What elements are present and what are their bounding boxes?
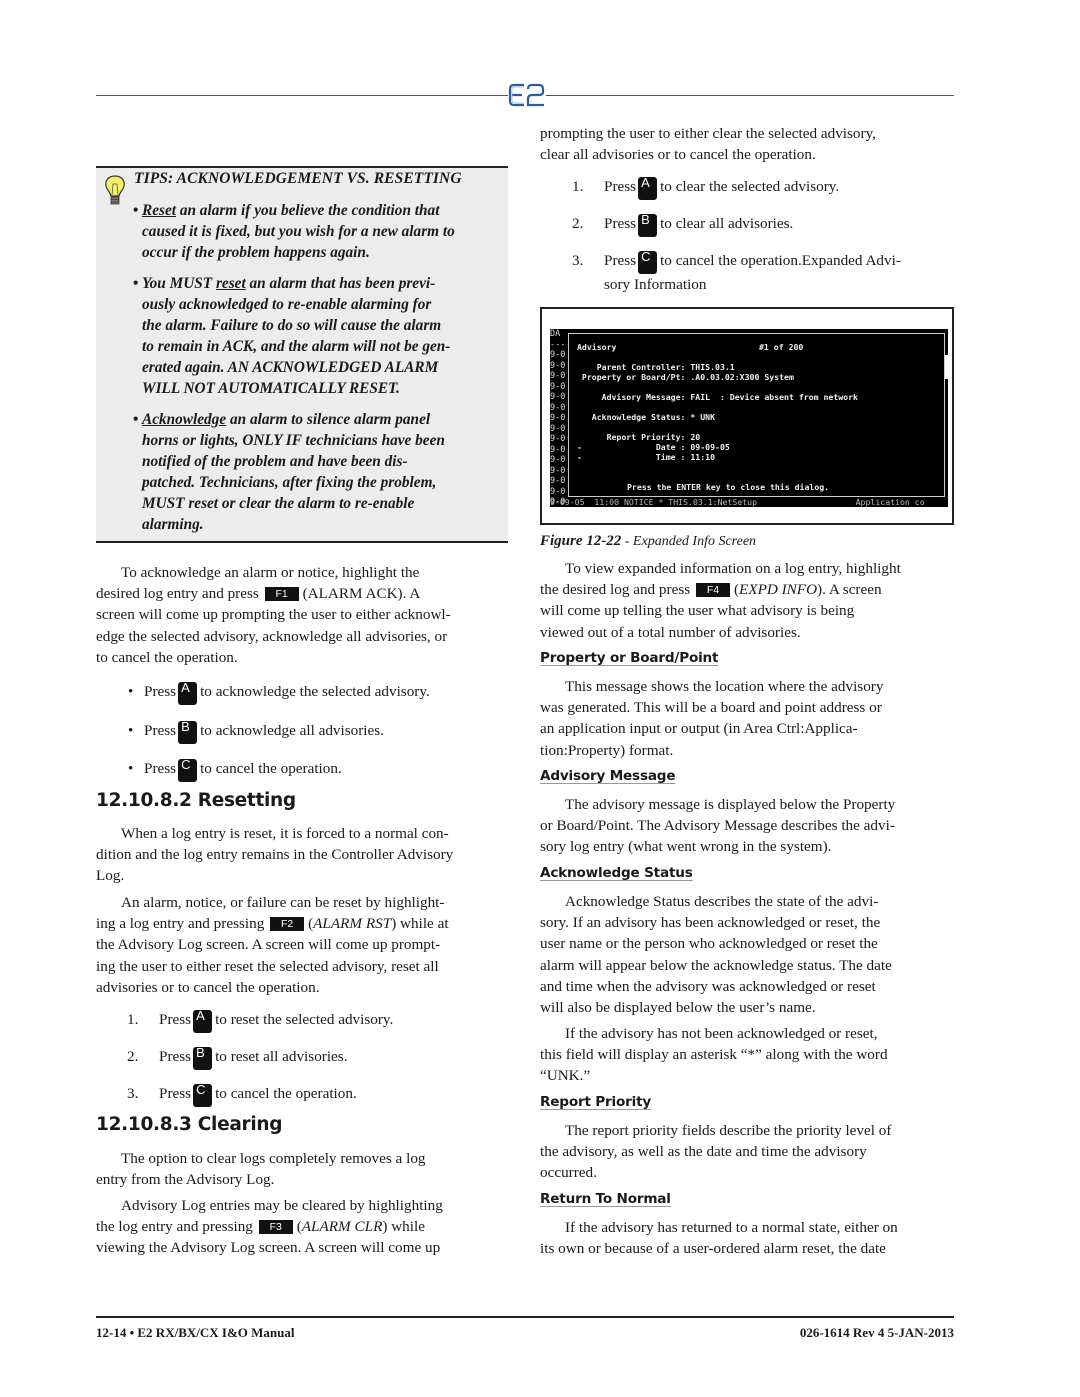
a-key-icon: A [638,176,658,200]
background-log-row: 9-0 [550,423,566,434]
tip-item-acknowledge: • Acknowledge an alarm to silence alarm … [133,411,445,533]
header-rule-right [546,95,954,96]
dialog-title: Advisory [577,342,617,352]
background-log-rows: DA --- 9-0 9-0 9-0 9-0 9-0 9-0 9-0 9-0 9-0 9-0 9-0 9-… [550,329,565,507]
c-key-icon: C [193,1083,213,1107]
property-paragraph: This message shows the location where th… [540,678,884,759]
report-priority-paragraph: The report priority fields describe the … [540,1122,892,1182]
footer-rule [96,1316,954,1318]
dialog-field: Acknowledge Status: * UNK [577,412,716,422]
figure-caption: Figure 12-22 - Expanded Info Screen [540,533,757,549]
advisory-dialog: Advisory #1 of 200 Parent Controller: TH… [568,333,945,497]
f1-key-icon: F1 [264,587,299,602]
expanded-info-figure: DA --- 9-0 9-0 9-0 9-0 9-0 9-0 9-0 9-0 9-0 9-0 9-0 9-… [540,307,954,525]
tip-keyword: reset [215,275,246,292]
tips-box: TIPS: ACKNOWLEDGEMENT VS. RESETTING • Re… [96,166,508,543]
expd-info-paragraph: To view expanded information on a log en… [540,560,901,641]
f2-key-icon: F2 [270,917,305,932]
dialog-footer: Press the ENTER key to close this dialog… [627,482,830,492]
list-item: 1. Press Ato clear the selected advisory. [572,176,839,206]
background-log-row: 9-0 [550,434,566,444]
dialog-field: Report Priority: 20 [577,432,701,442]
dialog-field: Property or Board/Pt: .A0.03.02:X300 Sys… [577,372,794,382]
background-log-row: 9-0 [550,402,566,413]
a-key-icon: A [178,681,198,705]
b-key-icon: B [178,720,198,744]
f3-key-icon: F3 [258,1220,293,1235]
background-log-row: 9-0 [550,381,566,392]
footer-left: 12-14 • E2 RX/BX/CX I&O Manual [96,1325,295,1340]
tips-title: TIPS: ACKNOWLEDGEMENT VS. RESETTING [134,170,462,187]
background-log-row: 9-0 [550,486,566,497]
list-item: 2. Press Bto reset all advisories. [127,1046,348,1076]
tip-keyword: Reset [142,202,176,219]
section-heading-clearing: 12.10.8.3 Clearing [96,1114,283,1135]
list-item: • Press Ato acknowledge the selected advis… [128,681,430,711]
advisory-message-paragraph: The advisory message is displayed below … [540,796,896,856]
terminal-screen: DA --- 9-0 9-0 9-0 9-0 9-0 9-0 9-0 9-0 9-0 9-0 9-0 9-… [550,329,948,507]
background-log-row: 9-0 [550,476,566,486]
footer-right: 026-1614 Rev 4 5-JAN-2013 [799,1325,954,1340]
tip-item-reset: • Reset an alarm if you believe the cond… [133,202,455,261]
tip-item-must-reset: • You MUST reset an alarm that has been … [133,275,451,397]
b-key-icon: B [638,213,658,237]
list-item: 3. Press Cto cancel the operation. [127,1083,357,1113]
dialog-field: - Time : 11:10 [577,452,716,462]
background-log-row: 9-0 [550,444,566,455]
e2-logo-icon [508,83,545,107]
list-item-continuation: sory Information [604,276,707,293]
acknowledge-status-paragraph-2: If the advisory has not been acknowledge… [540,1025,888,1085]
f4-key-icon: F4 [695,583,730,598]
list-item: 1. Press Ato reset the selected advisory. [127,1009,393,1039]
background-log-row: 9-0 [550,413,566,423]
background-log-row: 9-0 [550,371,566,381]
tip-keyword: Acknowledge [142,411,227,428]
subheading-acknowledge-status: Acknowledge Status [540,865,693,881]
dialog-field: Advisory Message: FAIL : Device absent f… [577,392,858,402]
lightbulb-icon [105,175,125,205]
resetting-paragraph-1: When a log entry is reset, it is forced … [96,825,454,885]
subheading-advisory-message: Advisory Message [540,768,676,784]
a-key-icon: A [193,1009,213,1033]
c-key-icon: C [638,250,658,274]
background-header: DA [550,329,561,339]
ack-paragraph: To acknowledge an alarm or notice, highl… [96,564,451,666]
clearing-continued-paragraph: prompting the user to either clear the s… [540,125,876,164]
background-log-row: --- [550,339,566,350]
list-item: • Press Bto acknowledge all advisories. [128,720,384,750]
background-log-row: 9-0 [550,465,566,476]
background-log-bottom-row: 9-09-05 11:00 NOTICE * THIS.03.1:NetSetu… [550,497,925,507]
c-key-icon: C [178,758,198,782]
header-rule-left [96,95,508,96]
clearing-paragraph-1: The option to clear logs completely remo… [96,1150,426,1189]
section-heading-resetting: 12.10.8.2 Resetting [96,790,296,811]
list-item: 2. Press Bto clear all advisories. [572,213,793,243]
subheading-report-priority: Report Priority [540,1094,652,1110]
dialog-counter: #1 of 200 [759,342,804,352]
subheading-property-board-point: Property or Board/Point [540,650,719,666]
list-item: • Press Cto cancel the operation. [128,758,342,788]
background-log-row: 9-0 [550,392,566,402]
dialog-field: Parent Controller: THIS.03.1 [577,362,735,372]
resetting-paragraph-2: An alarm, notice, or failure can be rese… [96,894,449,996]
acknowledge-status-paragraph: Acknowledge Status describes the state o… [540,893,892,1017]
clearing-paragraph-2: Advisory Log entries may be cleared by h… [96,1197,443,1257]
background-log-row: 9-0 [550,350,566,360]
background-log-row: 9-0 [550,360,566,371]
return-to-normal-paragraph: If the advisory has returned to a normal… [540,1219,898,1258]
background-log-row: 9-0 [550,455,566,465]
dialog-field: - Date : 09-09-05 [577,442,730,452]
subheading-return-to-normal: Return To Normal [540,1191,671,1207]
b-key-icon: B [193,1046,213,1070]
